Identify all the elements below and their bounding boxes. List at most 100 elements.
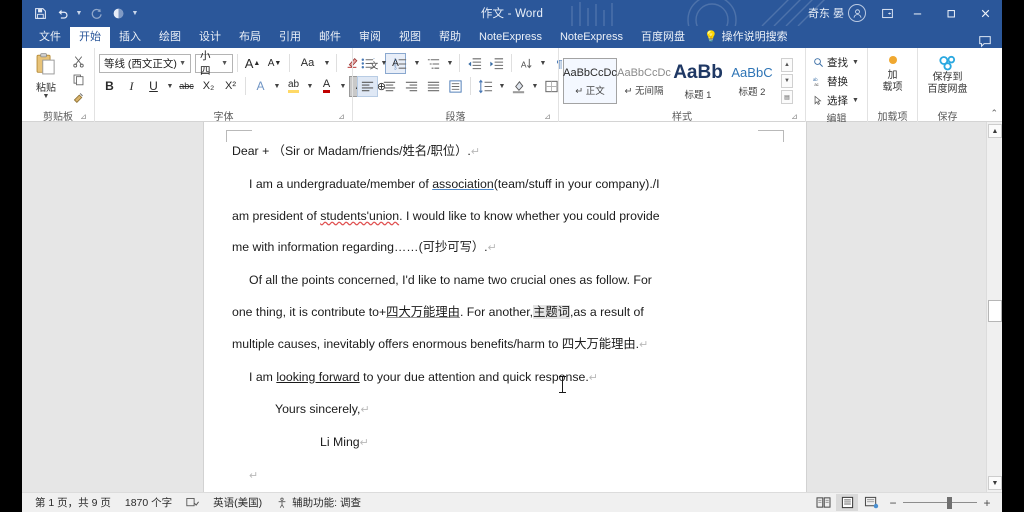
- styles-scroll-down-icon[interactable]: ▼: [781, 74, 793, 88]
- distributed-icon[interactable]: [445, 76, 466, 97]
- styles-dialog-launcher-icon[interactable]: ⊿: [790, 112, 799, 121]
- find-button[interactable]: 查找 ▼: [810, 53, 863, 72]
- font-size-dropdown-icon[interactable]: ▼: [219, 60, 230, 67]
- change-case-icon[interactable]: Aa: [294, 53, 321, 74]
- styles-more-icon[interactable]: ▤: [781, 90, 793, 104]
- page-number-status[interactable]: 第 1 页，共 9 页: [28, 495, 118, 510]
- tab-view[interactable]: 视图: [390, 27, 430, 48]
- proofing-status[interactable]: [179, 497, 206, 508]
- align-center-icon[interactable]: [379, 76, 400, 97]
- font-color-dropdown-icon[interactable]: ▼: [338, 76, 348, 97]
- ribbon-display-options-icon[interactable]: [874, 0, 900, 26]
- align-right-icon[interactable]: [401, 76, 422, 97]
- align-left-icon[interactable]: [357, 75, 378, 97]
- multilevel-list-icon[interactable]: [423, 53, 444, 74]
- paste-dropdown-icon[interactable]: ▼: [43, 93, 50, 100]
- close-button[interactable]: [968, 0, 1002, 26]
- zoom-out-button[interactable]: −: [888, 496, 898, 510]
- underline-dropdown-icon[interactable]: ▼: [165, 76, 175, 97]
- collapse-ribbon-icon[interactable]: ⌃: [990, 108, 998, 119]
- undo-icon[interactable]: [52, 3, 72, 23]
- superscript-button[interactable]: X²: [220, 76, 241, 97]
- tab-design[interactable]: 设计: [190, 27, 230, 48]
- tab-references[interactable]: 引用: [270, 27, 310, 48]
- grow-font-icon[interactable]: A ▲: [242, 53, 263, 74]
- tab-review[interactable]: 审阅: [350, 27, 390, 48]
- scrollbar-thumb[interactable]: [988, 300, 1002, 322]
- format-painter-icon[interactable]: [68, 89, 88, 105]
- quick-access-toolbar[interactable]: ▼ ▼: [22, 3, 140, 23]
- strikethrough-button[interactable]: abc: [176, 76, 197, 97]
- addins-button[interactable]: 加 载项: [872, 50, 913, 94]
- tell-me-search[interactable]: 💡 操作说明搜索: [694, 25, 794, 48]
- redo-icon[interactable]: [86, 3, 106, 23]
- numbering-icon[interactable]: 123: [390, 53, 411, 74]
- zoom-thumb[interactable]: [947, 496, 952, 509]
- vertical-scrollbar[interactable]: ▲ ▼: [986, 122, 1002, 492]
- select-dropdown-icon[interactable]: ▼: [851, 90, 860, 111]
- touch-mode-icon[interactable]: [108, 3, 128, 23]
- document-text[interactable]: Dear + （Sir or Madam/friends/姓名/职位）.↵ I …: [232, 136, 788, 492]
- language-status[interactable]: 英语(美国): [206, 495, 269, 510]
- styles-scroll-up-icon[interactable]: ▲: [781, 58, 793, 72]
- account-name[interactable]: 奇东 晏: [808, 5, 848, 21]
- decrease-indent-icon[interactable]: [464, 53, 485, 74]
- avatar[interactable]: [848, 4, 866, 22]
- line-spacing-icon[interactable]: [475, 76, 496, 97]
- bullets-icon[interactable]: [357, 53, 378, 74]
- minimize-button[interactable]: [900, 0, 934, 26]
- text-effects-dropdown-icon[interactable]: ▼: [272, 76, 282, 97]
- tab-draw[interactable]: 绘图: [150, 27, 190, 48]
- tab-baidu-netdisk[interactable]: 百度网盘: [632, 27, 694, 48]
- accessibility-status[interactable]: 辅助功能: 调查: [269, 495, 368, 510]
- sort-dropdown-icon[interactable]: ▼: [538, 53, 548, 74]
- tab-noteexpress-1[interactable]: NoteExpress: [470, 27, 551, 48]
- underline-button[interactable]: U: [143, 76, 164, 97]
- style-no-spacing[interactable]: AaBbCcDc ↵ 无间隔: [617, 58, 671, 104]
- zoom-slider[interactable]: − +: [884, 496, 996, 510]
- font-color-icon[interactable]: A: [316, 76, 337, 97]
- tab-layout[interactable]: 布局: [230, 27, 270, 48]
- line-spacing-dropdown-icon[interactable]: ▼: [497, 76, 507, 97]
- scroll-down-icon[interactable]: ▼: [988, 476, 1002, 490]
- bold-button[interactable]: B: [99, 76, 120, 97]
- print-layout-view-button[interactable]: [836, 494, 858, 511]
- copy-icon[interactable]: [68, 71, 88, 87]
- undo-dropdown-icon[interactable]: ▼: [74, 3, 84, 23]
- clipboard-dialog-launcher-icon[interactable]: ⊿: [79, 112, 88, 121]
- find-dropdown-icon[interactable]: ▼: [851, 52, 860, 73]
- scroll-up-icon[interactable]: ▲: [988, 124, 1002, 138]
- tab-help[interactable]: 帮助: [430, 27, 470, 48]
- word-count-status[interactable]: 1870 个字: [118, 495, 179, 510]
- zoom-in-button[interactable]: +: [982, 496, 992, 510]
- read-mode-view-button[interactable]: [812, 494, 834, 511]
- highlight-color-icon[interactable]: ab: [283, 76, 304, 97]
- web-layout-view-button[interactable]: [860, 494, 882, 511]
- shrink-font-icon[interactable]: A ▼: [264, 53, 285, 74]
- tab-home[interactable]: 开始: [70, 27, 110, 48]
- increase-indent-icon[interactable]: [486, 53, 507, 74]
- document-page[interactable]: Dear + （Sir or Madam/friends/姓名/职位）.↵ I …: [204, 122, 806, 492]
- style-normal[interactable]: AaBbCcDc ↵ 正文: [563, 58, 617, 104]
- text-effects-icon[interactable]: A: [250, 76, 271, 97]
- hyperlinked-word[interactable]: association: [432, 177, 494, 191]
- multilevel-dropdown-icon[interactable]: ▼: [445, 53, 455, 74]
- shading-dropdown-icon[interactable]: ▼: [530, 76, 540, 97]
- change-case-dropdown-icon[interactable]: ▼: [322, 53, 332, 74]
- font-size-combobox[interactable]: 小四 ▼: [195, 50, 233, 77]
- tab-insert[interactable]: 插入: [110, 27, 150, 48]
- save-to-baidu-button[interactable]: 保存到 百度网盘: [925, 50, 971, 96]
- numbering-dropdown-icon[interactable]: ▼: [412, 53, 422, 74]
- zoom-track[interactable]: [903, 496, 977, 509]
- replace-button[interactable]: ab ac 替换: [810, 72, 851, 91]
- tab-noteexpress-2[interactable]: NoteExpress: [551, 27, 632, 48]
- highlight-dropdown-icon[interactable]: ▼: [305, 76, 315, 97]
- customize-qat-icon[interactable]: ▼: [130, 3, 140, 23]
- bullets-dropdown-icon[interactable]: ▼: [379, 53, 389, 74]
- italic-button[interactable]: I: [121, 76, 142, 97]
- justify-icon[interactable]: [423, 76, 444, 97]
- font-name-dropdown-icon[interactable]: ▼: [177, 60, 188, 67]
- save-icon[interactable]: [30, 3, 50, 23]
- restore-button[interactable]: [934, 0, 968, 26]
- paragraph-dialog-launcher-icon[interactable]: ⊿: [543, 112, 552, 121]
